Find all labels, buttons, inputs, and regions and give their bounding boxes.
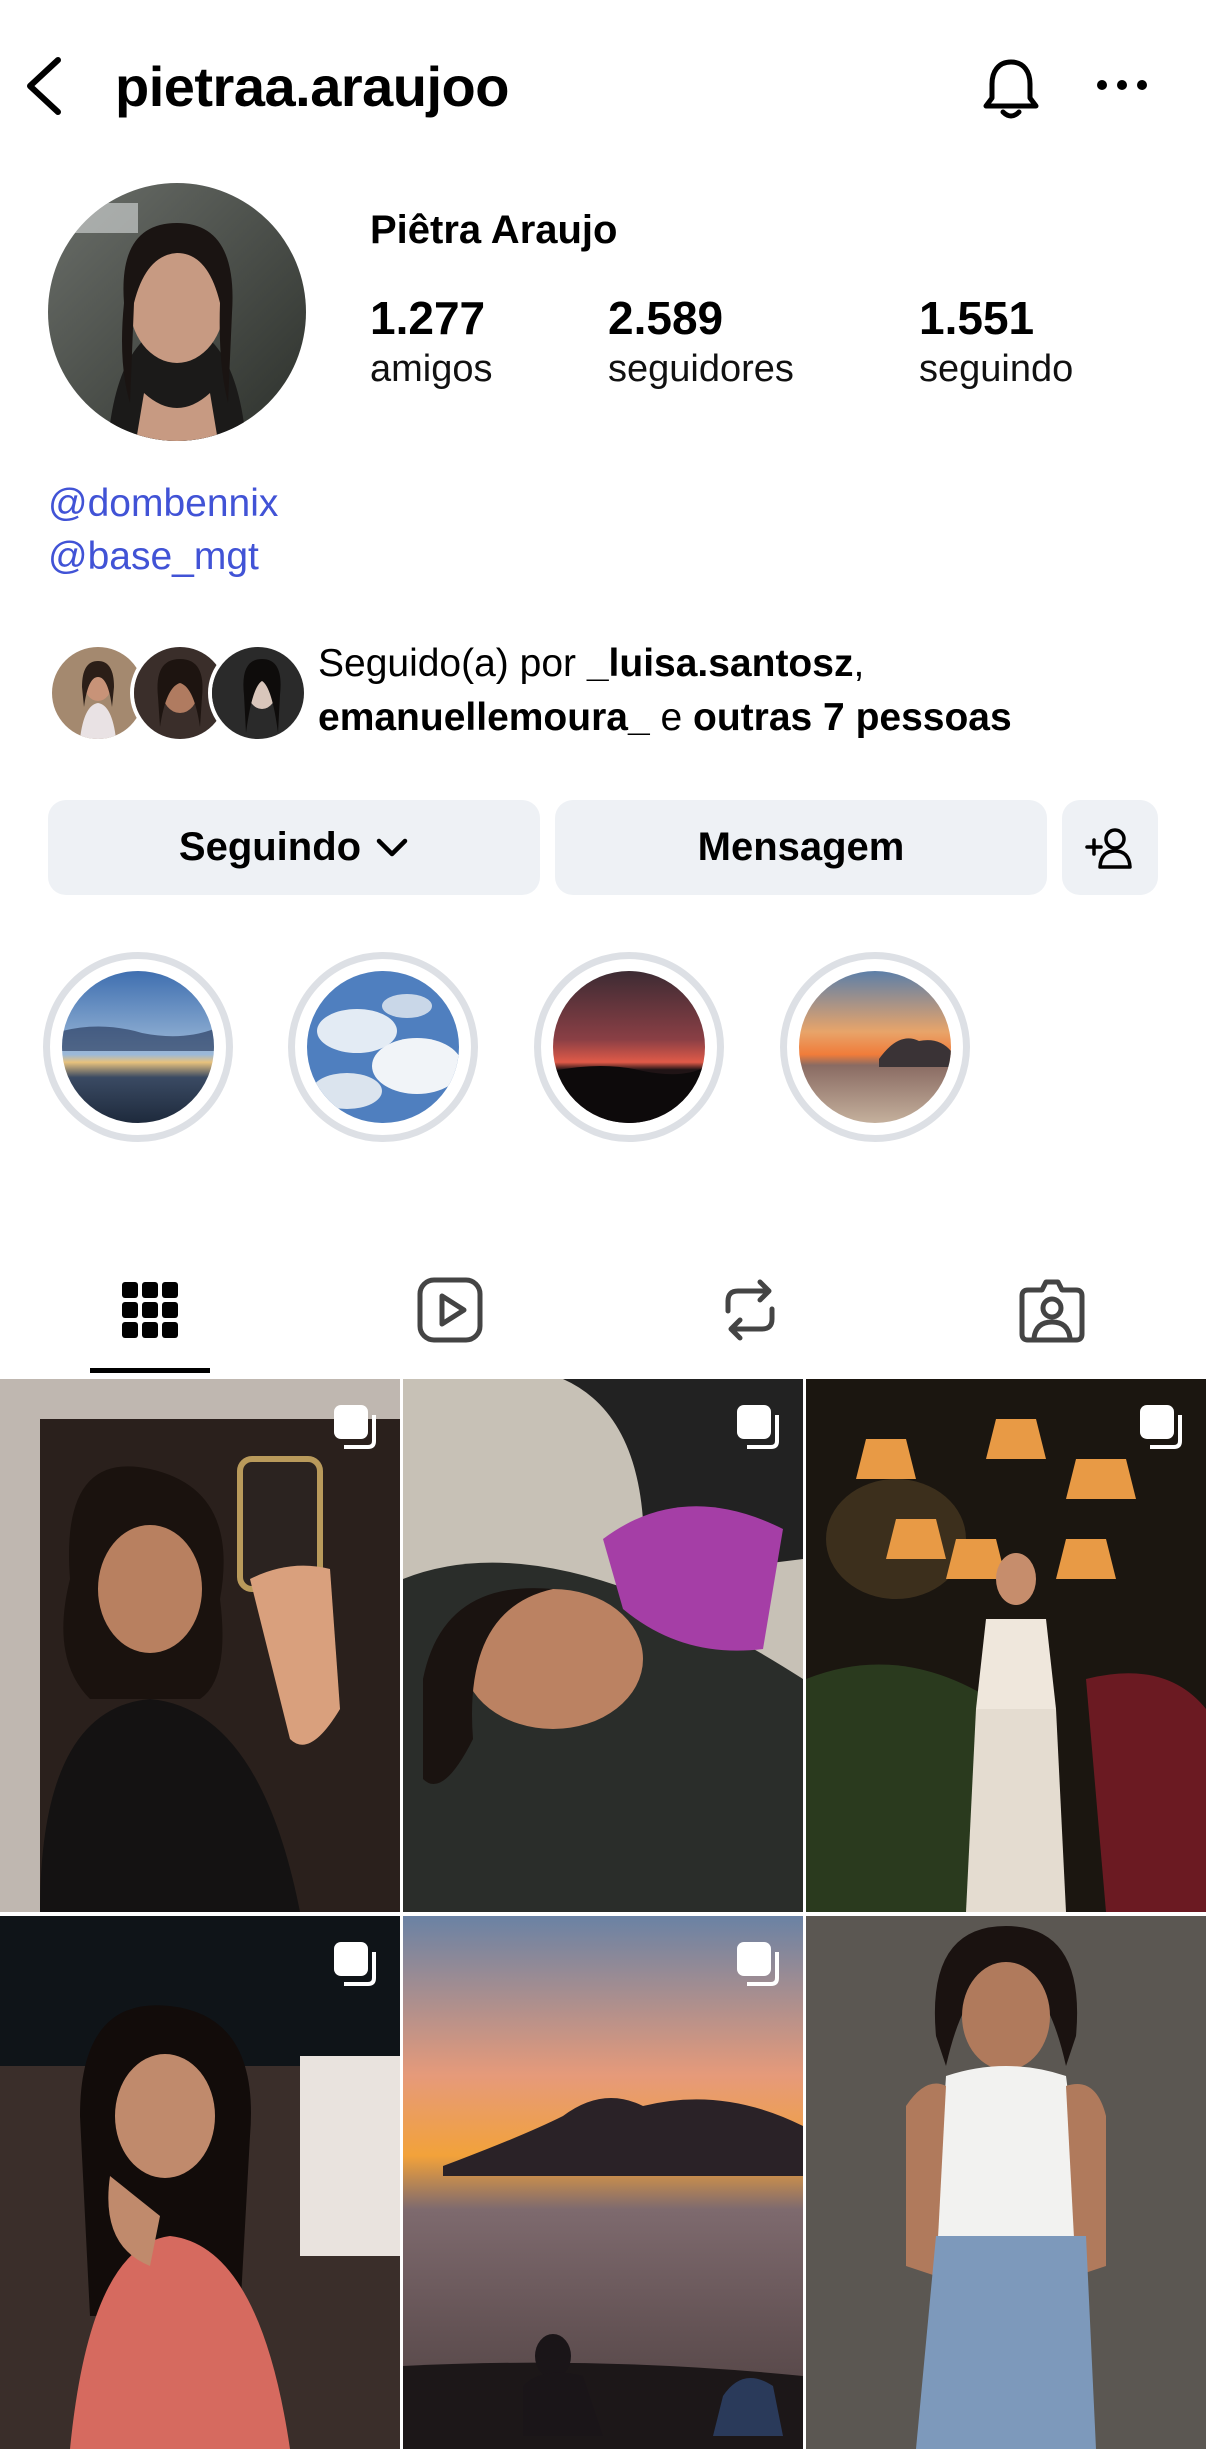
post-thumbnail-4[interactable]: [0, 1916, 400, 2449]
friends-stat[interactable]: 1.277 amigos: [370, 290, 493, 392]
separator: ,: [853, 642, 865, 685]
profile-avatar[interactable]: [48, 183, 306, 441]
post-thumbnail-3[interactable]: [806, 1379, 1206, 1912]
mutual-followers-avatars[interactable]: [48, 643, 308, 743]
carousel-icon: [1140, 1405, 1182, 1449]
active-tab-indicator: [90, 1368, 210, 1373]
profile-username: pietraa.araujoo: [115, 55, 509, 118]
mutual-user-1[interactable]: _luisa.santosz: [587, 642, 854, 685]
message-button[interactable]: Mensagem: [555, 800, 1047, 895]
notifications-button[interactable]: [978, 56, 1044, 122]
friends-count: 1.277: [370, 292, 486, 344]
post-thumbnail-2[interactable]: [403, 1379, 803, 1912]
story-highlight-2[interactable]: [288, 952, 478, 1142]
tab-reposts[interactable]: [710, 1270, 790, 1350]
post-thumbnail-1[interactable]: [0, 1379, 400, 1912]
more-options-button[interactable]: [1096, 76, 1148, 94]
reels-icon: [417, 1277, 483, 1343]
post-thumbnail-5[interactable]: [403, 1916, 803, 2449]
followers-label: seguidores: [608, 348, 794, 390]
bell-icon: [983, 59, 1039, 119]
bio-link-base-mgt[interactable]: @base_mgt: [48, 531, 259, 583]
bio-link-dombennix[interactable]: @dombennix: [48, 478, 278, 530]
following-button[interactable]: Seguindo: [48, 800, 540, 895]
carousel-icon: [737, 1942, 779, 1986]
story-highlight-1[interactable]: [43, 952, 233, 1142]
tab-posts[interactable]: [110, 1270, 190, 1350]
display-name: Piêtra Araujo: [370, 208, 618, 252]
tab-tagged[interactable]: [1012, 1270, 1092, 1350]
back-button[interactable]: [22, 56, 68, 116]
following-button-label: Seguindo: [178, 825, 362, 869]
conjunction: e: [649, 696, 694, 739]
followed-by-text[interactable]: Seguido(a) por _luisa.santosz, emanuelle…: [318, 637, 1178, 745]
post-thumbnail-6[interactable]: [806, 1916, 1206, 2449]
tab-reels[interactable]: [410, 1270, 490, 1350]
story-highlight-4[interactable]: [780, 952, 970, 1142]
mutual-others[interactable]: outras 7 pessoas: [693, 696, 1012, 739]
carousel-icon: [334, 1405, 376, 1449]
message-button-label: Mensagem: [697, 825, 905, 869]
following-count: 1.551: [919, 292, 1035, 344]
mutual-user-2[interactable]: emanuellemoura_: [318, 696, 650, 739]
friends-label: amigos: [370, 348, 493, 390]
story-highlight-3[interactable]: [534, 952, 724, 1142]
chevron-down-icon: [376, 838, 408, 856]
add-user-icon: [1085, 827, 1132, 869]
reposts-icon: [725, 1279, 775, 1341]
more-horizontal-icon: [1097, 80, 1147, 90]
followers-stat[interactable]: 2.589 seguidores: [608, 290, 794, 392]
chevron-left-icon: [27, 57, 61, 115]
following-label: seguindo: [919, 348, 1074, 390]
grid-icon: [122, 1282, 178, 1338]
carousel-icon: [737, 1405, 779, 1449]
followed-by-prefix: Seguido(a) por: [318, 642, 587, 685]
avatar: [208, 643, 308, 743]
following-stat[interactable]: 1.551 seguindo: [919, 290, 1073, 392]
suggest-people-button[interactable]: [1062, 800, 1158, 895]
tagged-icon: [1019, 1279, 1085, 1343]
carousel-icon: [334, 1942, 376, 1986]
followers-count: 2.589: [608, 292, 724, 344]
